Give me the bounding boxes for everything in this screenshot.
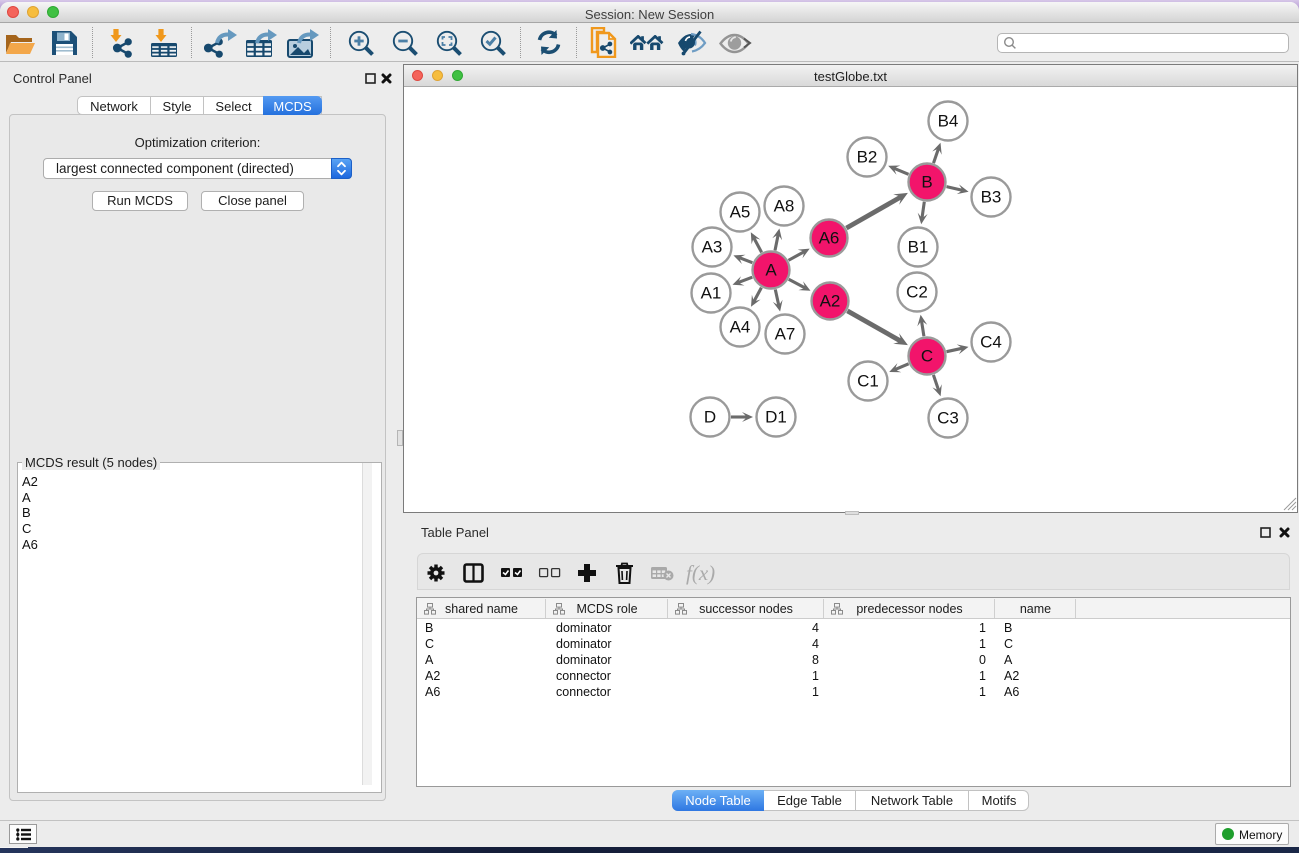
svg-text:A6: A6	[819, 229, 840, 248]
svg-text:B3: B3	[981, 188, 1002, 207]
svg-text:B1: B1	[908, 238, 929, 257]
svg-text:A5: A5	[730, 203, 751, 222]
svg-text:B4: B4	[938, 112, 959, 131]
svg-text:A8: A8	[774, 197, 795, 216]
svg-text:C4: C4	[980, 333, 1002, 352]
svg-text:C: C	[921, 347, 933, 366]
svg-text:C3: C3	[937, 409, 959, 428]
svg-text:C1: C1	[857, 372, 879, 391]
svg-text:A1: A1	[701, 284, 722, 303]
svg-text:D1: D1	[765, 408, 787, 427]
svg-text:A3: A3	[702, 238, 723, 257]
svg-text:A4: A4	[730, 318, 751, 337]
svg-text:A7: A7	[775, 325, 796, 344]
svg-text:B2: B2	[857, 148, 878, 167]
svg-text:D: D	[704, 408, 716, 427]
svg-text:B: B	[921, 173, 932, 192]
svg-text:A2: A2	[820, 292, 841, 311]
svg-text:C2: C2	[906, 283, 928, 302]
svg-text:A: A	[765, 261, 777, 280]
